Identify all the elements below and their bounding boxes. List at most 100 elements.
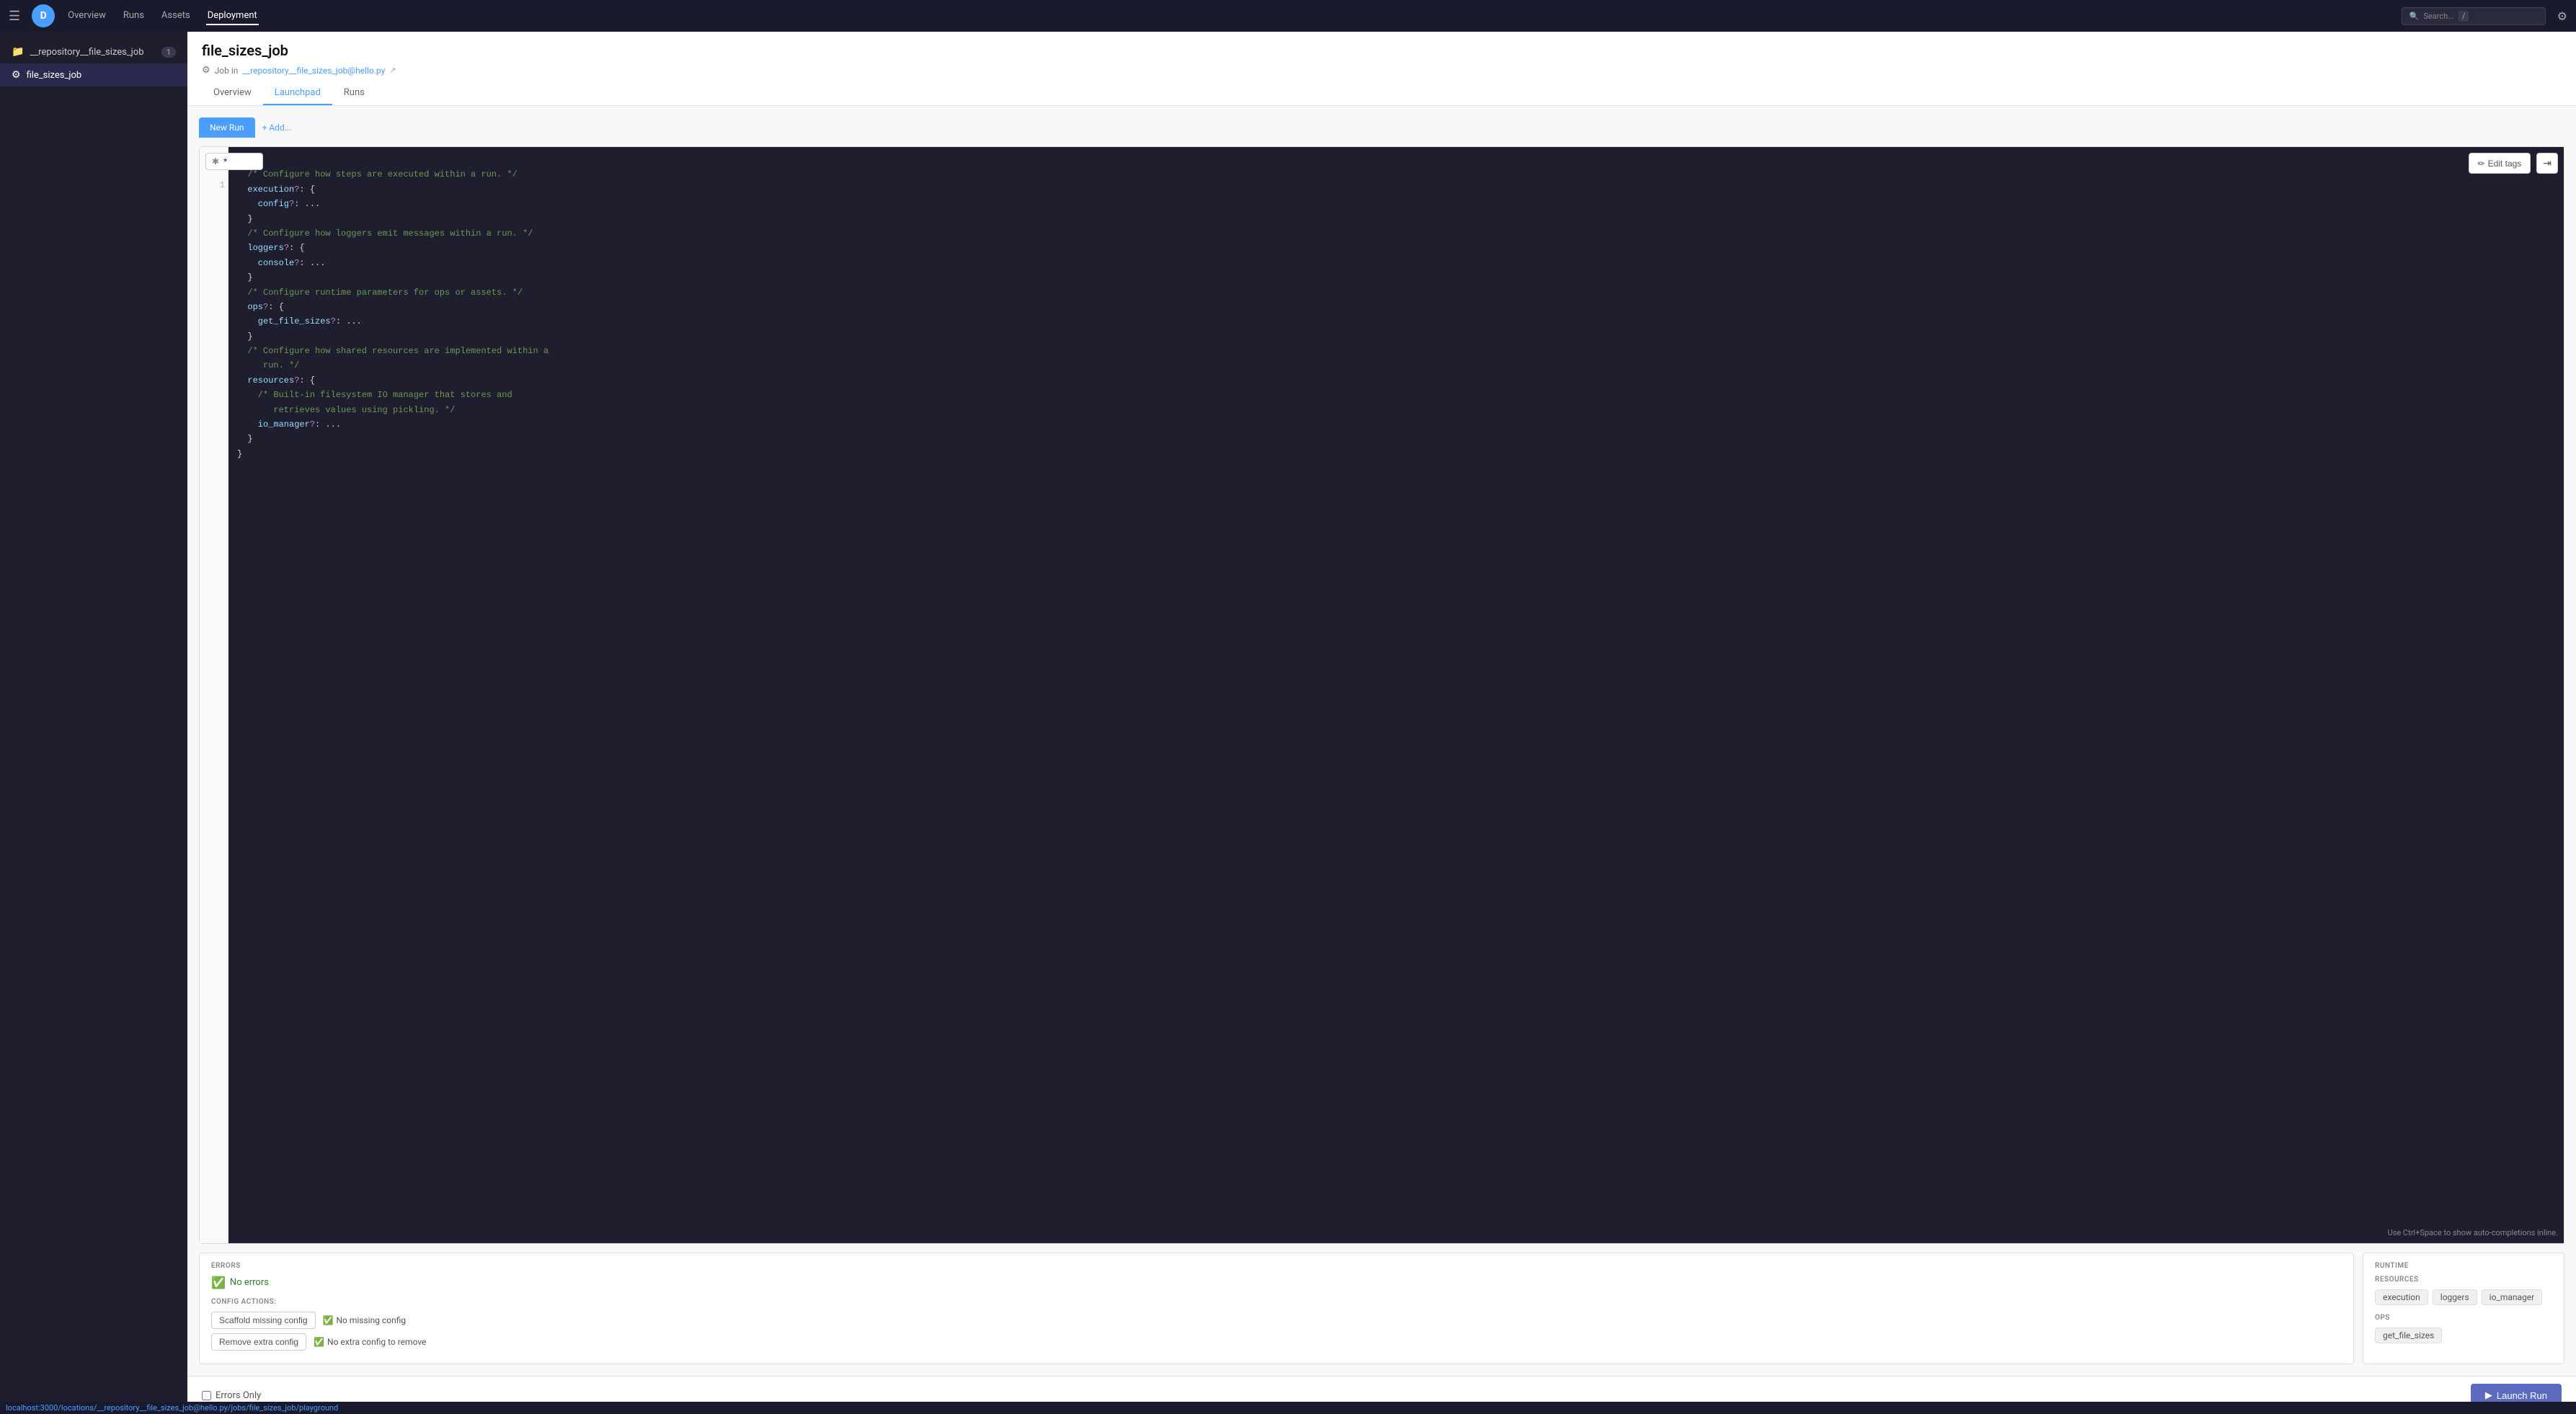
nav-assets[interactable]: Assets <box>160 7 192 25</box>
editor-area: ✱ * ✏ Edit tags ⇥ 1 { <box>199 146 2564 1244</box>
scaffold-action-row: Scaffold missing config ✅ No missing con… <box>211 1312 2342 1329</box>
code-line-5: } <box>237 212 2555 226</box>
code-line-17: /* Built-in filesystem IO manager that s… <box>237 388 2555 402</box>
code-line-15: run. */ <box>237 358 2555 373</box>
op-tag-get-file-sizes: get_file_sizes <box>2375 1328 2442 1343</box>
remove-action-row: Remove extra config ✅ No extra config to… <box>211 1333 2342 1351</box>
edit-tags-button[interactable]: ✏ Edit tags <box>2469 153 2531 174</box>
error-status-text: No errors <box>230 1277 269 1288</box>
resources-label: RESOURCES <box>2375 1276 2552 1284</box>
scaffold-missing-config-button[interactable]: Scaffold missing config <box>211 1312 316 1329</box>
resource-tag-execution: execution <box>2375 1289 2428 1305</box>
code-line-18: retrieves values using pickling. */ <box>237 403 2555 417</box>
errors-label: ERRORS <box>211 1262 2342 1270</box>
config-search[interactable]: ✱ * <box>205 153 263 170</box>
code-line-7: loggers?: { <box>237 241 2555 255</box>
errors-only-checkbox[interactable] <box>202 1391 211 1400</box>
run-tabs: New Run + Add... <box>199 117 2564 138</box>
external-link-icon[interactable]: ↗ <box>389 66 396 75</box>
collapse-button[interactable]: ⇥ <box>2536 153 2558 174</box>
editor-hint: Use Ctrl+Space to show auto-completions … <box>2388 1228 2558 1237</box>
config-actions-label: CONFIG ACTIONS: <box>211 1298 2342 1306</box>
search-kbd: / <box>2459 11 2469 22</box>
code-line-1: { <box>237 153 2555 167</box>
run-tab-new[interactable]: New Run <box>199 117 255 138</box>
code-line-20: } <box>237 432 2555 446</box>
topnav: ☰ D Overview Runs Assets Deployment 🔍 Se… <box>0 0 2576 32</box>
sidebar-item-repository[interactable]: 📁 __repository__file_sizes_job 1 <box>0 40 187 63</box>
remove-extra-config-button[interactable]: Remove extra config <box>211 1333 306 1351</box>
tab-launchpad[interactable]: Launchpad <box>263 81 332 105</box>
config-search-icon: ✱ <box>212 156 219 166</box>
job-meta-link[interactable]: __repository__file_sizes_job@hello.py <box>242 66 385 76</box>
config-search-value: * <box>223 156 227 166</box>
launchpad-content: New Run + Add... ✱ * ✏ Edit tags ⇥ <box>187 106 2576 1376</box>
page-title-row: file_sizes_job <box>202 42 2562 59</box>
launch-label: Launch Run <box>2497 1390 2547 1401</box>
nav-deployment[interactable]: Deployment <box>206 7 259 25</box>
scaffold-status: ✅ No missing config <box>323 1315 407 1325</box>
line-numbers: 1 <box>200 147 228 1243</box>
code-line-4: config?: ... <box>237 197 2555 211</box>
folder-icon: 📁 <box>12 46 24 58</box>
line-number-1: 1 <box>205 179 225 192</box>
errors-panel: ERRORS ✅ No errors CONFIG ACTIONS: Scaff… <box>199 1253 2354 1364</box>
scaffold-check-icon: ✅ <box>323 1315 334 1325</box>
code-line-12: get_file_sizes?: ... <box>237 314 2555 329</box>
statusbar-url: localhost:3000/locations/__repository__f… <box>6 1403 338 1413</box>
code-line-6: /* Configure how loggers emit messages w… <box>237 226 2555 241</box>
page-tabs: Overview Launchpad Runs <box>202 81 2562 105</box>
code-editor[interactable]: { /* Configure how steps are executed wi… <box>228 147 2564 1243</box>
search-bar[interactable]: 🔍 Search... / <box>2402 7 2546 25</box>
code-line-16: resources?: { <box>237 373 2555 388</box>
sidebar-item-job[interactable]: ⚙ file_sizes_job <box>0 63 187 86</box>
code-line-8: console?: ... <box>237 256 2555 270</box>
code-line-2: /* Configure how steps are executed with… <box>237 167 2555 182</box>
bottom-panels: ERRORS ✅ No errors CONFIG ACTIONS: Scaff… <box>199 1253 2564 1364</box>
error-status: ✅ No errors <box>211 1276 2342 1289</box>
errors-only-label: Errors Only <box>216 1390 261 1401</box>
scaffold-status-text: No missing config <box>336 1315 406 1325</box>
sidebar-item-job-label: file_sizes_job <box>27 70 82 81</box>
tab-overview[interactable]: Overview <box>202 81 263 105</box>
code-line-3: execution?: { <box>237 182 2555 197</box>
runtime-label: RUNTIME <box>2375 1262 2552 1270</box>
nav-runs[interactable]: Runs <box>122 7 146 25</box>
run-tab-add[interactable]: + Add... <box>255 118 299 137</box>
job-icon: ⚙ <box>12 69 21 81</box>
logo: D <box>32 4 55 27</box>
edit-tags-label: Edit tags <box>2488 159 2522 169</box>
sidebar-item-repository-label: __repository__file_sizes_job <box>30 47 143 58</box>
code-line-13: } <box>237 329 2555 344</box>
code-line-19: io_manager?: ... <box>237 417 2555 432</box>
resource-tag-loggers: loggers <box>2433 1289 2477 1305</box>
tab-runs[interactable]: Runs <box>332 81 376 105</box>
job-meta-icon: ⚙ <box>202 65 210 76</box>
ops-label: OPS <box>2375 1314 2552 1322</box>
runtime-panel: RUNTIME RESOURCES execution loggers io_m… <box>2363 1253 2564 1364</box>
nav-links: Overview Runs Assets Deployment <box>66 7 2390 25</box>
statusbar: localhost:3000/locations/__repository__f… <box>0 1402 2576 1414</box>
nav-overview[interactable]: Overview <box>66 7 107 25</box>
page-header: file_sizes_job ⚙ Job in __repository__fi… <box>187 32 2576 106</box>
main-content: file_sizes_job ⚙ Job in __repository__fi… <box>187 32 2576 1414</box>
resource-tag-io-manager: io_manager <box>2482 1289 2543 1305</box>
remove-check-icon: ✅ <box>314 1337 324 1347</box>
remove-status: ✅ No extra config to remove <box>314 1337 426 1347</box>
search-placeholder: Search... <box>2423 12 2454 21</box>
search-icon: 🔍 <box>2410 12 2420 21</box>
sidebar-badge: 1 <box>161 47 176 58</box>
errors-only-check[interactable]: Errors Only <box>202 1390 261 1401</box>
code-line-14: /* Configure how shared resources are im… <box>237 344 2555 358</box>
job-meta-text: Job in <box>215 66 239 76</box>
edit-icon: ✏ <box>2478 159 2485 169</box>
sidebar: 📁 __repository__file_sizes_job 1 ⚙ file_… <box>0 32 187 1414</box>
hamburger-icon[interactable]: ☰ <box>9 9 20 24</box>
job-meta: ⚙ Job in __repository__file_sizes_job@he… <box>202 65 2562 76</box>
code-line-10: /* Configure runtime parameters for ops … <box>237 285 2555 300</box>
remove-status-text: No extra config to remove <box>327 1337 426 1347</box>
editor-toolbar: ✏ Edit tags ⇥ <box>2469 153 2559 174</box>
code-line-9: } <box>237 270 2555 285</box>
settings-icon[interactable]: ⚙ <box>2557 9 2567 23</box>
code-line-21: } <box>237 447 2555 461</box>
